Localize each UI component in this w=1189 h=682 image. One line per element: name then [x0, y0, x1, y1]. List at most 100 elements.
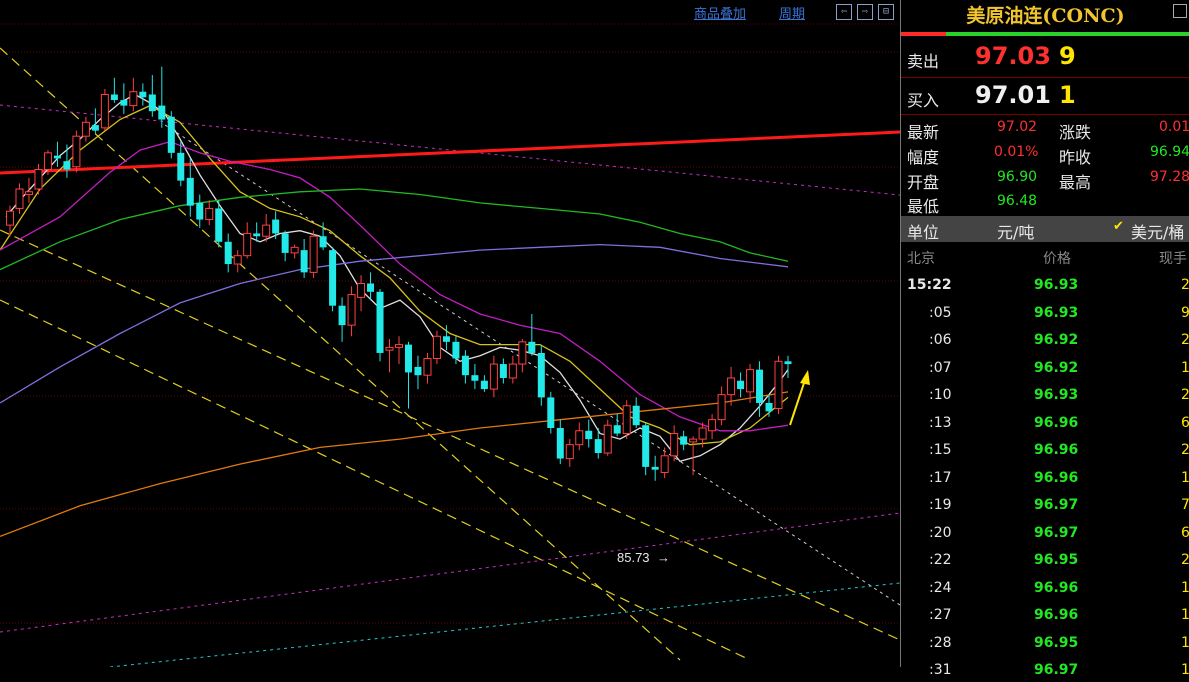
tick-price: 96.97: [1034, 497, 1079, 513]
candle-body: [43, 152, 52, 171]
candle-body: [129, 91, 138, 107]
candle-body: [774, 360, 783, 410]
unit-label: 单位: [907, 223, 940, 242]
candle-body: [110, 94, 118, 101]
layout-icon[interactable]: ⊟: [878, 4, 894, 20]
candle-body: [215, 208, 223, 242]
buy-quantity: 1: [1059, 81, 1076, 109]
tick-row: 15:22 96.93 2: [901, 275, 1189, 297]
buy-ratio-bar: [946, 32, 1189, 36]
tick-row: :13 96.96 6: [901, 413, 1189, 435]
candle-body: [480, 380, 488, 390]
tick-qty: 6: [1181, 414, 1189, 431]
divider: [901, 77, 1189, 78]
tick-price: 96.96: [1034, 414, 1079, 431]
candle-body: [717, 394, 726, 421]
candle: [547, 391, 555, 434]
prev-close-value: 96.94: [1150, 144, 1189, 160]
divider: [901, 114, 1189, 115]
tick-qty: 9: [1181, 304, 1189, 321]
unit-usd-option[interactable]: 美元/桶: [1131, 219, 1184, 243]
sell-label: 卖出: [907, 52, 940, 71]
candle-body: [432, 335, 441, 360]
tick-qty: 7: [1181, 497, 1189, 513]
candle-body: [91, 125, 99, 131]
tick-qty-header: 现手: [1159, 251, 1187, 267]
candle-body: [34, 169, 43, 190]
candle-body: [442, 336, 450, 342]
candle-body: [489, 363, 498, 390]
candle-body: [461, 355, 469, 376]
candle: [72, 130, 81, 173]
candle-body: [309, 235, 318, 273]
nav-right-icon[interactable]: ⇨: [857, 4, 873, 20]
tick-qty: 1: [1181, 359, 1189, 376]
tick-qty: 1: [1181, 634, 1189, 651]
candlestick-chart[interactable]: 85.73 →: [0, 0, 900, 667]
tick-time: :28: [929, 634, 952, 651]
candle-body: [367, 283, 375, 292]
tick-price: 96.95: [1034, 634, 1079, 651]
candle-body: [158, 105, 166, 120]
tick-time: :27: [929, 607, 952, 623]
tick-price: 96.93: [1034, 387, 1079, 403]
candle-body: [594, 439, 602, 454]
candle-body: [15, 188, 24, 209]
candle-body: [24, 191, 33, 196]
period-link[interactable]: 周期: [779, 3, 805, 22]
candle-body: [765, 402, 773, 412]
tick-row: :31 96.97 1: [901, 660, 1189, 682]
tick-price: 96.97: [1034, 524, 1079, 541]
high-value: 97.28: [1150, 169, 1189, 185]
overlay-link[interactable]: 商品叠加: [694, 3, 746, 22]
tick-row: :05 96.93 9: [901, 303, 1189, 325]
unit-cny-option[interactable]: 元/吨: [997, 219, 1034, 243]
low-arrow-icon: →: [657, 550, 670, 565]
candle-body: [329, 250, 337, 306]
tick-row: :17 96.96 1: [901, 468, 1189, 490]
range-label: 幅度: [907, 148, 940, 167]
tick-time-header: 北京: [907, 251, 935, 267]
low-label: 最低: [907, 197, 940, 216]
tick-price: 96.96: [1034, 442, 1079, 458]
tick-qty: 1: [1181, 662, 1189, 678]
tick-qty: 2: [1181, 332, 1189, 348]
tick-row: :07 96.92 1: [901, 358, 1189, 380]
window-restore-icon[interactable]: [1173, 4, 1187, 18]
tick-time: :06: [929, 332, 952, 348]
tick-time: :19: [929, 497, 952, 513]
candle-body: [613, 425, 621, 434]
nav-left-icon[interactable]: ⇦: [836, 4, 852, 20]
tick-price: 96.92: [1034, 359, 1079, 376]
tick-time: :10: [929, 387, 952, 403]
tick-time: :05: [929, 304, 952, 321]
sell-price: 97.03: [975, 42, 1051, 70]
tick-price: 96.95: [1034, 552, 1079, 568]
low-value: 96.48: [997, 193, 1038, 209]
sell-quantity: 9: [1059, 42, 1076, 70]
tick-row: :06 96.92 2: [901, 330, 1189, 352]
candle-body: [300, 250, 308, 273]
candle-body: [72, 135, 81, 168]
sell-ratio-bar: [901, 32, 946, 36]
tick-qty: 6: [1181, 524, 1189, 541]
candle: [167, 111, 175, 159]
candle-body: [660, 455, 669, 473]
tick-qty: 2: [1181, 277, 1189, 293]
candle-body: [508, 363, 517, 379]
candle-body: [196, 202, 204, 220]
tick-row: :24 96.96 1: [901, 578, 1189, 600]
candle-body: [727, 377, 736, 396]
candle-body: [689, 438, 698, 443]
candle-body: [100, 93, 109, 129]
instrument-title: 美原油连(CONC): [966, 5, 1125, 27]
candle-body: [395, 344, 403, 348]
buy-price: 97.01: [975, 81, 1051, 109]
candle-body: [81, 121, 90, 137]
tick-price: 96.93: [1034, 277, 1079, 293]
candle-body: [556, 427, 564, 459]
tick-time: :07: [929, 359, 952, 376]
candle-body: [53, 155, 61, 159]
candle-body: [63, 161, 71, 170]
candle-body: [281, 233, 289, 253]
